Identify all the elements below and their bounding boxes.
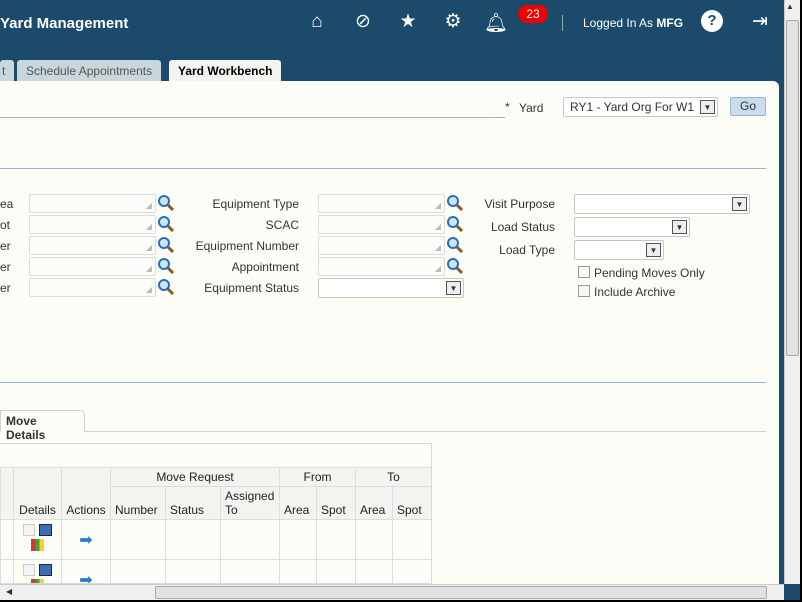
tab-partial[interactable]: t	[0, 60, 14, 81]
details-cell	[13, 559, 62, 583]
scrollbar-thumb[interactable]	[786, 20, 799, 356]
action-arrow-icon[interactable]: ➡	[61, 519, 111, 560]
equipment-status-select[interactable]: ▼	[318, 278, 464, 298]
tab-move-details[interactable]: Move Details	[0, 410, 85, 442]
app-title: Yard Management	[0, 15, 129, 32]
column-header[interactable]: Details	[13, 467, 62, 520]
field-label: ea	[0, 197, 14, 211]
user-name: MFG	[656, 16, 684, 30]
divider	[84, 431, 766, 432]
lov-input[interactable]: ◢	[318, 236, 445, 255]
field-label: Load Type	[499, 243, 555, 257]
yard-label: Yard	[519, 101, 544, 115]
lov-input[interactable]: ◢	[29, 257, 156, 276]
action-arrow-icon[interactable]: ➡	[61, 559, 111, 583]
resize-icon: ◢	[434, 264, 441, 273]
tab-yard-workbench[interactable]: Yard Workbench	[169, 60, 282, 81]
column-header[interactable]: Spot	[392, 486, 431, 520]
lov-input[interactable]: ◢	[29, 236, 156, 255]
checkbox[interactable]	[578, 285, 590, 297]
checkbox-label: Pending Moves Only	[594, 266, 705, 280]
results-panel: Details Actions Move Request From To Num…	[0, 443, 432, 584]
vertical-scrollbar[interactable]: ▲	[784, 0, 800, 584]
column-header[interactable]: Area	[279, 486, 317, 520]
field-label: er	[0, 239, 11, 253]
field-label: SCAC	[265, 218, 299, 232]
group-header: From	[279, 467, 356, 487]
lov-input[interactable]: ◢	[29, 194, 156, 213]
app-window: Yard Management ⌂ ⊘ ★ ⚙ 🔔︎ 23 Logged In …	[0, 0, 800, 600]
group-header: Move Request	[110, 467, 280, 487]
column-header[interactable]: Area	[355, 486, 393, 520]
select-input[interactable]: ▼	[574, 217, 690, 237]
lov-input[interactable]: ◢	[29, 278, 156, 297]
chevron-down-icon: ▼	[700, 100, 715, 114]
divider	[562, 15, 563, 31]
go-button[interactable]: Go	[730, 97, 766, 116]
horizontal-scrollbar[interactable]: ◀	[0, 584, 784, 600]
chevron-down-icon: ▼	[446, 281, 461, 295]
compass-icon[interactable]: ⊘	[351, 10, 375, 34]
chevron-down-icon: ▼	[646, 243, 661, 257]
notification-badge[interactable]: 23	[518, 5, 548, 23]
notes-icon[interactable]	[23, 564, 36, 576]
divider	[0, 117, 505, 118]
login-prefix: Logged In As	[583, 16, 654, 30]
field-label: er	[0, 281, 11, 295]
view-details-icon[interactable]	[38, 564, 52, 576]
resize-icon: ◢	[434, 222, 441, 231]
select-input[interactable]: ▼	[574, 240, 664, 260]
lov-input[interactable]: ◢	[29, 215, 156, 234]
lov-input[interactable]: ◢	[318, 215, 445, 234]
field-label: Visit Purpose	[484, 197, 555, 211]
scroll-left-icon[interactable]: ◀	[6, 587, 12, 596]
select-header	[0, 467, 14, 520]
table-row[interactable]: ➡	[0, 559, 431, 583]
column-header[interactable]: Assigned To	[220, 486, 280, 520]
field-label: Equipment Type	[212, 197, 299, 211]
resize-icon: ◢	[434, 201, 441, 210]
gear-icon[interactable]: ⚙	[441, 10, 465, 34]
scroll-up-icon[interactable]: ▲	[786, 2, 794, 11]
resize-icon: ◢	[434, 243, 441, 252]
view-details-icon[interactable]	[38, 524, 52, 536]
chevron-down-icon: ▼	[672, 220, 687, 234]
column-header[interactable]: Number	[110, 486, 166, 520]
divider	[0, 168, 766, 169]
help-icon[interactable]: ?	[701, 10, 723, 32]
star-icon[interactable]: ★	[396, 10, 420, 34]
scrollbar-thumb[interactable]	[155, 586, 767, 599]
bell-icon[interactable]: 🔔︎	[484, 12, 508, 36]
divider	[0, 382, 766, 383]
checkbox-label: Include Archive	[594, 285, 676, 299]
field-label: er	[0, 260, 11, 274]
logged-in-user: Logged In As MFG	[583, 16, 683, 30]
column-header[interactable]: Actions	[61, 467, 111, 520]
field-label: Equipment Number	[195, 239, 299, 253]
details-cell	[13, 519, 62, 560]
checkbox[interactable]	[578, 266, 590, 278]
field-label: ot	[0, 218, 11, 232]
chevron-down-icon: ▼	[732, 197, 747, 211]
hierarchy-icon[interactable]	[31, 539, 44, 551]
notes-icon[interactable]	[23, 524, 36, 536]
column-header[interactable]: Status	[165, 486, 221, 520]
yard-value: RY1 - Yard Org For W1	[570, 100, 695, 114]
move-table: Details Actions Move Request From To Num…	[0, 467, 431, 583]
group-header: To	[355, 467, 431, 487]
yard-select[interactable]: RY1 - Yard Org For W1 ▼	[563, 97, 718, 117]
select-input[interactable]: ▼	[574, 194, 750, 214]
required-marker: *	[505, 100, 510, 114]
field-label: Appointment	[231, 260, 299, 274]
column-header[interactable]: Spot	[316, 486, 356, 520]
lov-input[interactable]: ◢	[318, 194, 445, 213]
search-icon[interactable]	[446, 257, 464, 277]
field-label: Load Status	[490, 220, 555, 234]
field-label: Equipment Status	[204, 281, 299, 295]
logout-icon[interactable]: ⇥	[748, 10, 772, 34]
lov-input[interactable]: ◢	[318, 257, 445, 276]
table-row[interactable]: ➡	[0, 519, 431, 560]
tab-schedule-appointments[interactable]: Schedule Appointments	[17, 60, 162, 81]
home-icon[interactable]: ⌂	[305, 10, 329, 34]
